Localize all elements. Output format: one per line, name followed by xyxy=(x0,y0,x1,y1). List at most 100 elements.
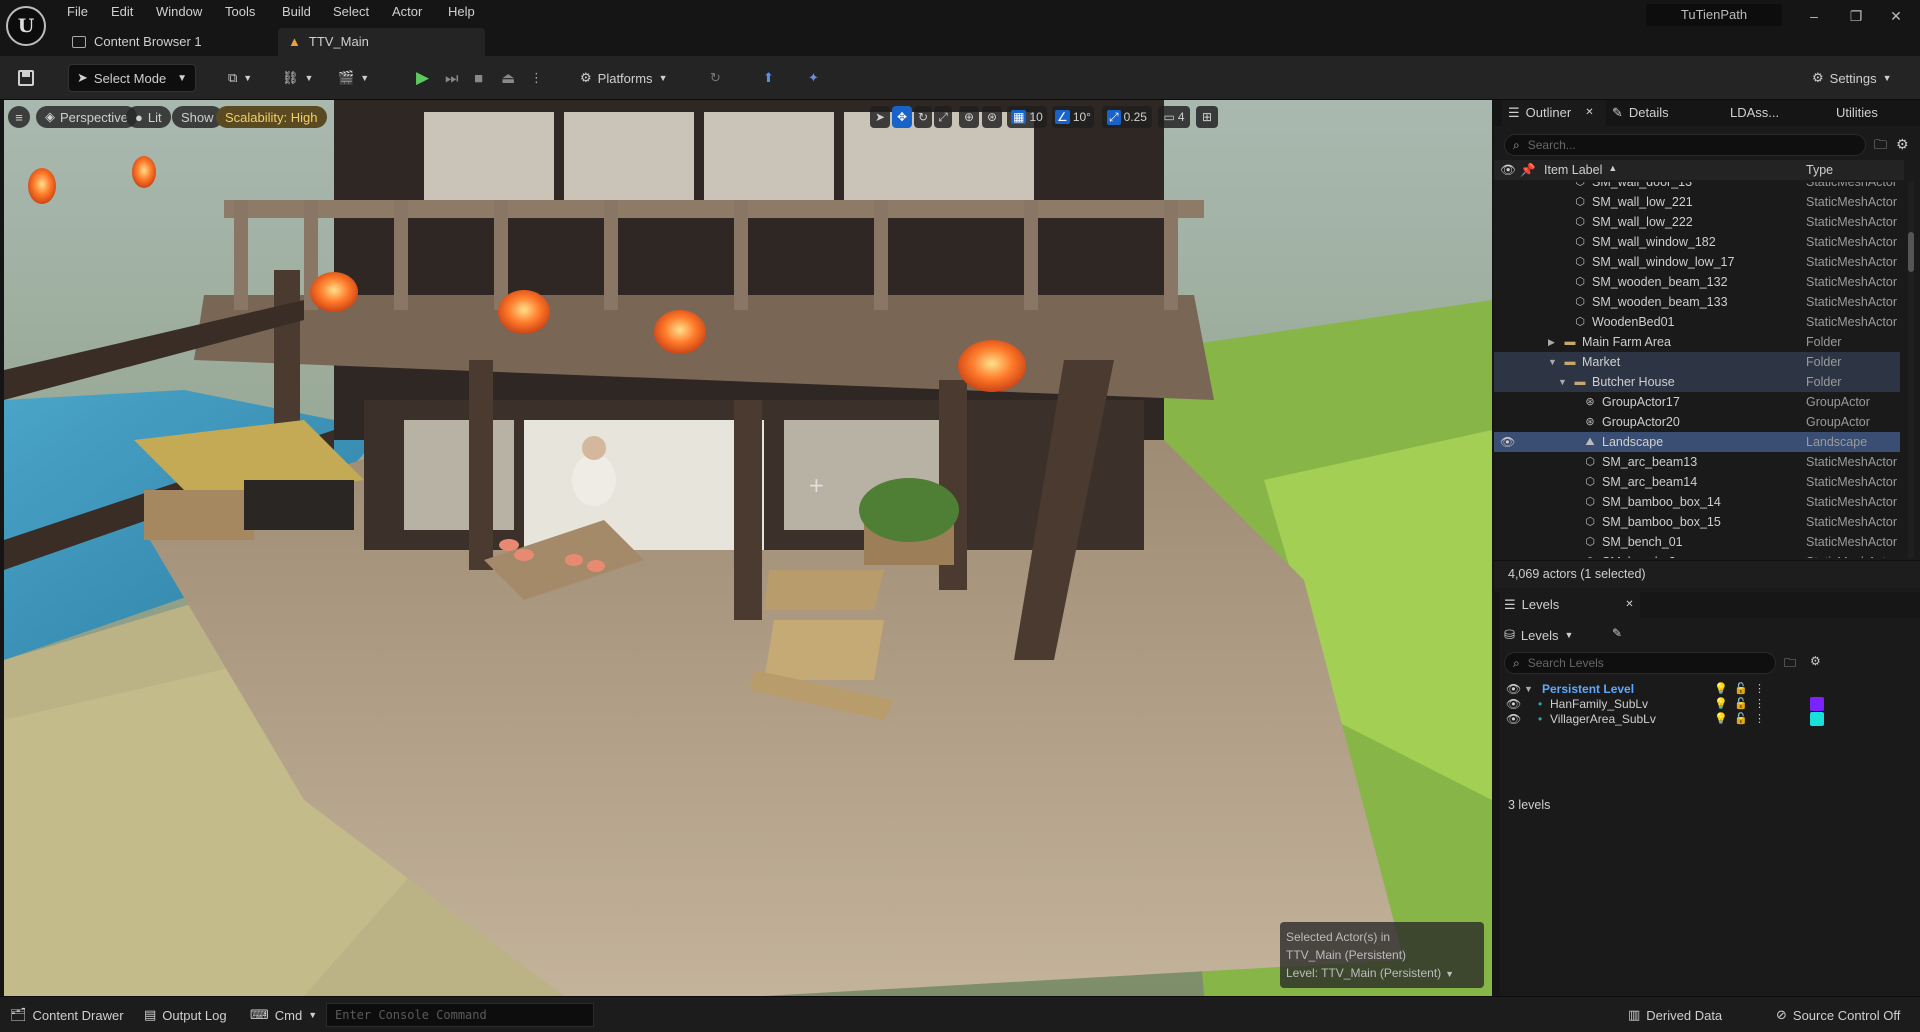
column-item-label[interactable]: Item Label ▲ xyxy=(1544,163,1617,177)
level-color-swatch[interactable] xyxy=(1810,712,1824,726)
world-space-icon[interactable]: ⊕ xyxy=(959,106,979,128)
gear-icon[interactable]: ⚙ xyxy=(1810,654,1821,668)
perspective-dropdown[interactable]: ◈ Perspective xyxy=(36,106,137,128)
outliner-row[interactable]: ⬡ SM_arc_beam14 StaticMeshActor xyxy=(1494,472,1900,492)
grid-snap-toggle[interactable]: ▦ 10 xyxy=(1007,106,1047,128)
outliner-row[interactable]: ⬡SM_bench_2StaticMeshActor xyxy=(1494,552,1900,558)
tab-outliner[interactable]: ☰ Outliner ✕ xyxy=(1502,100,1606,126)
derived-data-button[interactable]: ▥ Derived Data xyxy=(1628,997,1722,1032)
rotate-tool-icon[interactable]: ↻ xyxy=(914,106,932,128)
play-icon[interactable]: ▶ xyxy=(416,64,436,92)
level-row[interactable]: 👁 • VillagerArea_SubLv 💡 🔓 ⋮ xyxy=(1500,710,1900,728)
outliner-row[interactable]: 👁 ⛰ Landscape Landscape xyxy=(1494,432,1900,452)
levels-search-input[interactable]: ⌕ Search Levels xyxy=(1504,652,1776,674)
surface-snap-icon[interactable]: ⊛ xyxy=(982,106,1002,128)
stop-icon[interactable]: ■ xyxy=(474,64,494,92)
select-tool-icon[interactable]: ➤ xyxy=(870,106,890,128)
lock-icon[interactable]: 🔓 xyxy=(1734,710,1748,728)
tab-utilities[interactable]: Utilities xyxy=(1836,100,1916,126)
outliner-row[interactable]: ▼ ▬ Butcher House Folder xyxy=(1494,372,1900,392)
level-viewport[interactable]: + ≡ ◈ Perspective ● Lit Show Scalability… xyxy=(4,100,1492,996)
console-command-input[interactable]: Enter Console Command xyxy=(326,1003,594,1027)
outliner-row[interactable]: ⊛ GroupActor20 GroupActor xyxy=(1494,412,1900,432)
restore-icon[interactable]: ❐ xyxy=(1841,4,1871,28)
outliner-search-input[interactable]: ⌕ Search... xyxy=(1504,134,1866,156)
scale-tool-icon[interactable]: ⤢ xyxy=(934,106,952,128)
gear-icon[interactable]: ⚙ xyxy=(1896,136,1914,154)
outliner-row[interactable]: ⬡ SM_bamboo_box_15 StaticMeshActor xyxy=(1494,512,1900,532)
outliner-row[interactable]: ▶ ▬ Main Farm Area Folder xyxy=(1494,332,1900,352)
collapse-arrow-icon[interactable]: ▼ xyxy=(1558,372,1567,392)
outliner-scrollbar[interactable] xyxy=(1908,182,1914,558)
outliner-row[interactable]: ▼ ▬ Market Folder xyxy=(1494,352,1900,372)
more-options-icon[interactable]: ⋮ xyxy=(530,64,543,92)
show-dropdown[interactable]: Show xyxy=(172,106,223,128)
menu-actor[interactable]: Actor xyxy=(392,3,422,21)
outliner-row[interactable]: ⊛ GroupActor17 GroupActor xyxy=(1494,392,1900,412)
select-mode-dropdown[interactable]: ➤ Select Mode ▼ xyxy=(68,64,196,92)
step-icon[interactable]: ⏭ xyxy=(445,64,465,92)
menu-file[interactable]: File xyxy=(67,3,88,21)
layout-icon[interactable]: ⊞ xyxy=(1196,106,1218,128)
platforms-dropdown[interactable]: ⚙ Platforms ▼ xyxy=(580,64,676,92)
level-selector[interactable]: Level: TTV_Main (Persistent) ▼ xyxy=(1286,964,1478,983)
outliner-row[interactable]: ⬡ SM_wooden_beam_132 StaticMeshActor xyxy=(1494,272,1900,292)
outliner-row[interactable]: ⬡ SM_wall_door_13 StaticMeshActor xyxy=(1494,182,1900,192)
tab-ldass[interactable]: LDAss... xyxy=(1730,100,1810,126)
tab-ttv-main[interactable]: ▲ TTV_Main xyxy=(278,28,485,56)
edit-level-icon[interactable]: ✎ xyxy=(1612,626,1622,640)
save-icon[interactable] xyxy=(12,64,40,92)
lightbulb-icon[interactable]: 💡 xyxy=(1714,710,1728,728)
minimize-icon[interactable]: – xyxy=(1799,4,1829,28)
add-actor-button[interactable]: ⧉ ▼ xyxy=(228,64,268,92)
outliner-row[interactable]: ⬡ SM_bench_01 StaticMeshActor xyxy=(1494,532,1900,552)
scrollbar-thumb[interactable] xyxy=(1908,232,1914,272)
cinematics-button[interactable]: 🎬 ▼ xyxy=(338,64,378,92)
level-color-swatch[interactable] xyxy=(1810,697,1824,711)
scalability-warning[interactable]: Scalability: High xyxy=(216,106,327,128)
menu-select[interactable]: Select xyxy=(333,3,369,21)
scale-snap-toggle[interactable]: ⤢ 0.25 xyxy=(1102,106,1152,128)
output-log-button[interactable]: ▤ Output Log xyxy=(144,997,227,1032)
refresh-icon[interactable]: ↻ xyxy=(710,64,730,92)
settings-dropdown[interactable]: ⚙ Settings ▼ xyxy=(1812,64,1912,92)
cmd-dropdown[interactable]: ⌨ Cmd ▼ xyxy=(250,997,317,1032)
tool-icon[interactable]: ✦ xyxy=(808,64,830,92)
menu-edit[interactable]: Edit xyxy=(111,3,133,21)
outliner-row[interactable]: ⬡ SM_wall_window_182 StaticMeshActor xyxy=(1494,232,1900,252)
outliner-row[interactable]: ⬡ SM_wooden_beam_133 StaticMeshActor xyxy=(1494,292,1900,312)
eject-icon[interactable]: ⏏ xyxy=(501,64,521,92)
blueprints-button[interactable]: ⛓ ▼ xyxy=(282,64,322,92)
outliner-row[interactable]: ⬡ SM_bamboo_box_14 StaticMeshActor xyxy=(1494,492,1900,512)
menu-window[interactable]: Window xyxy=(156,3,202,21)
viewport-menu-icon[interactable]: ≡ xyxy=(8,106,30,128)
close-icon[interactable]: ✕ xyxy=(1881,4,1911,28)
tab-content-browser[interactable]: Content Browser 1 xyxy=(62,28,277,56)
camera-speed-button[interactable]: ▭ 4 xyxy=(1158,106,1190,128)
content-drawer-button[interactable]: 🗂 Content Drawer xyxy=(10,997,124,1032)
plugin-icon[interactable]: ⬆ xyxy=(763,64,783,92)
rotation-snap-toggle[interactable]: ∠ 10° xyxy=(1052,106,1094,128)
unreal-logo-icon[interactable]: U xyxy=(6,6,46,46)
outliner-row[interactable]: ⬡ SM_wall_low_221 StaticMeshActor xyxy=(1494,192,1900,212)
lit-dropdown[interactable]: ● Lit xyxy=(126,106,171,128)
menu-build[interactable]: Build xyxy=(282,3,311,21)
hierarchy-icon[interactable]: ⋮ xyxy=(1754,710,1765,728)
add-folder-icon[interactable]: 🗀 xyxy=(1874,136,1892,154)
translate-tool-icon[interactable]: ✥ xyxy=(892,106,912,128)
menu-help[interactable]: Help xyxy=(448,3,475,21)
menu-tools[interactable]: Tools xyxy=(225,3,255,21)
tab-details[interactable]: ✎ Details xyxy=(1606,100,1708,126)
eye-icon[interactable]: 👁 xyxy=(1506,710,1521,728)
outliner-row[interactable]: ⬡ SM_arc_beam13 StaticMeshActor xyxy=(1494,452,1900,472)
eye-icon[interactable]: 👁 xyxy=(1500,432,1515,452)
add-level-icon[interactable]: 🗀 xyxy=(1784,654,1796,675)
tab-levels[interactable]: ☰ Levels ✕ xyxy=(1500,592,1640,618)
source-control-button[interactable]: ⊘ Source Control Off xyxy=(1776,997,1900,1032)
levels-dropdown[interactable]: ⛁ Levels ▼ xyxy=(1504,624,1573,646)
close-icon[interactable]: ✕ xyxy=(1585,100,1593,126)
outliner-row[interactable]: ⬡ SM_wall_window_low_17 StaticMeshActor xyxy=(1494,252,1900,272)
collapse-arrow-icon[interactable]: ▼ xyxy=(1548,352,1557,372)
outliner-row[interactable]: ⬡ WoodenBed01 StaticMeshActor xyxy=(1494,312,1900,332)
outliner-row[interactable]: ⬡ SM_wall_low_222 StaticMeshActor xyxy=(1494,212,1900,232)
